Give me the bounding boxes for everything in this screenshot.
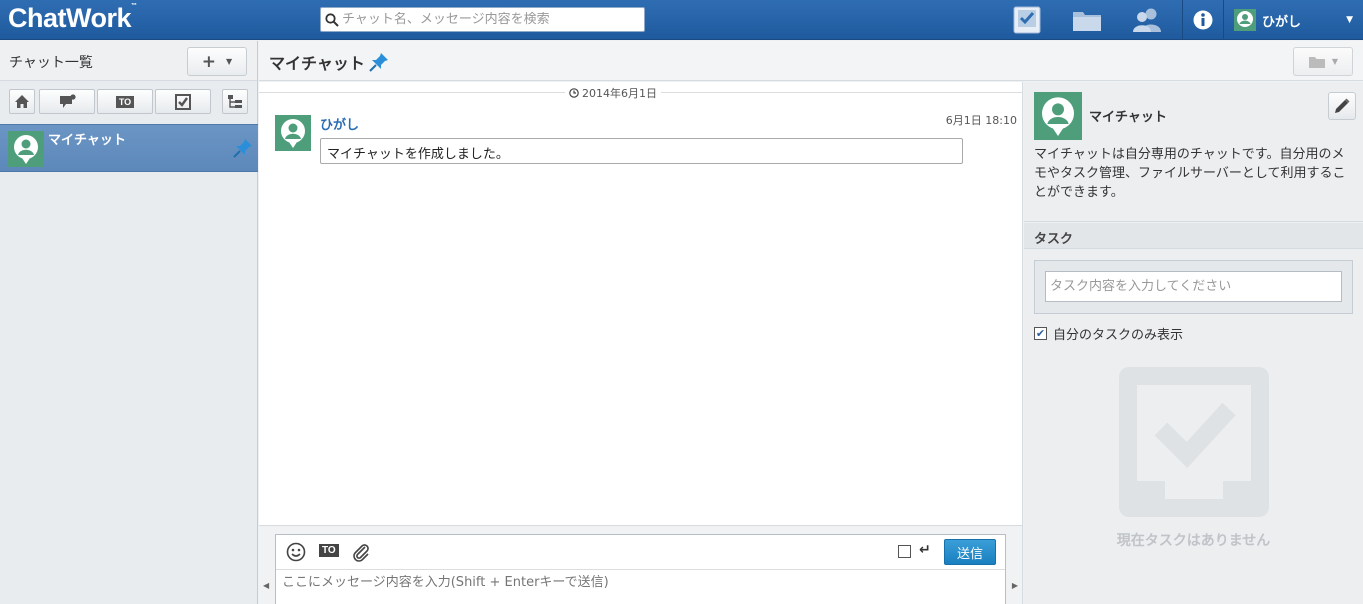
filter-task-button[interactable]: [155, 89, 211, 114]
clock-icon: [569, 88, 579, 98]
pencil-icon: [1335, 98, 1350, 113]
plus-icon: +: [201, 51, 217, 72]
room-info-name: マイチャット: [1089, 110, 1167, 125]
task-input-box: [1034, 260, 1353, 314]
home-icon: [15, 95, 29, 108]
chat-list-sidebar: チャット一覧 + ▼ TO マイチャット: [0, 41, 258, 604]
room-files-button[interactable]: ▼: [1293, 47, 1353, 76]
message-composer: ◀ TO ↵ 送信 ▶: [259, 525, 1023, 604]
composer-toolbar: TO ↵ 送信: [276, 535, 1005, 570]
edit-room-button[interactable]: [1328, 92, 1356, 120]
date-label: 2014年6月1日: [565, 85, 661, 101]
composer-box: TO ↵ 送信: [275, 534, 1006, 604]
chat-filter-bar: TO: [0, 81, 257, 123]
header-task-button[interactable]: [1002, 0, 1052, 40]
pin-icon[interactable]: [369, 52, 389, 72]
header-file-button[interactable]: [1062, 0, 1112, 40]
message-avatar-icon[interactable]: [275, 115, 311, 151]
chat-list-title: チャット一覧: [9, 55, 93, 71]
my-tasks-only-toggle[interactable]: ✔ 自分のタスクのみ表示: [1034, 324, 1183, 343]
search-box[interactable]: [320, 7, 645, 32]
user-avatar-icon: [1234, 9, 1256, 31]
filter-all-button[interactable]: [9, 89, 35, 114]
filter-tree-button[interactable]: [222, 89, 248, 114]
room-info-panel: マイチャット マイチャットは自分専用のチャットです。自分用のメモやタスク管理、フ…: [1024, 82, 1363, 604]
header-user-menu[interactable]: ひがし ▼: [1224, 0, 1363, 40]
task-section-title: タスク: [1024, 223, 1363, 249]
chat-list-header: チャット一覧 + ▼: [0, 41, 257, 81]
message-timestamp: 6月1日 18:10: [945, 114, 1017, 127]
my-tasks-only-label: 自分のタスクのみ表示: [1053, 328, 1184, 343]
room-title: マイチャット: [269, 50, 389, 74]
search-icon: [325, 12, 339, 27]
task-input[interactable]: [1045, 271, 1342, 302]
room-description: マイチャットは自分専用のチャットです。自分用のメモやタスク管理、ファイルサーバー…: [1034, 147, 1346, 200]
filter-unread-button[interactable]: [39, 89, 95, 114]
header-user-name: ひがし: [1262, 14, 1302, 30]
filter-to-button[interactable]: TO: [97, 89, 153, 114]
my-chat-avatar-icon: [8, 131, 44, 167]
task-check-icon: [1013, 6, 1041, 34]
empty-task-message: 現在タスクはありません: [1116, 533, 1271, 549]
attachment-icon[interactable]: [351, 542, 371, 562]
message-body: マイチャットを作成しました。: [320, 138, 963, 164]
collapse-left-icon[interactable]: ◀: [263, 581, 269, 590]
task-icon: [175, 93, 191, 110]
date-text: 2014年6月1日: [582, 87, 657, 100]
tree-icon: [228, 94, 242, 108]
send-button[interactable]: 送信: [944, 539, 996, 565]
chevron-down-icon: ▼: [1331, 57, 1339, 66]
room-avatar-icon: [1034, 92, 1082, 140]
header-info-button[interactable]: [1182, 0, 1224, 40]
header-contacts-button[interactable]: [1122, 0, 1172, 40]
my-tasks-only-checkbox[interactable]: ✔: [1034, 327, 1047, 340]
room-header: マイチャット ▼: [259, 41, 1363, 81]
pin-icon[interactable]: [233, 138, 253, 158]
chevron-down-icon: ▼: [1346, 15, 1353, 25]
search-input[interactable]: [342, 12, 644, 27]
to-icon[interactable]: TO: [319, 544, 339, 557]
info-icon: [1193, 10, 1213, 30]
enter-to-send-checkbox[interactable]: [898, 545, 911, 558]
contacts-icon: [1133, 8, 1161, 32]
message-timeline: 2014年6月1日 ひがし 6月1日 18:10 マイチャットを作成しました。: [259, 82, 1023, 525]
chevron-down-icon: ▼: [226, 57, 233, 66]
to-icon: TO: [115, 95, 135, 108]
room-title-text: マイチャット: [269, 54, 365, 73]
message-user-name[interactable]: ひがし: [320, 114, 359, 133]
chat-list-item-my-chat[interactable]: マイチャット: [0, 124, 258, 172]
unread-icon: [60, 93, 76, 108]
enter-key-icon: ↵: [919, 542, 931, 558]
chat-name: マイチャット: [48, 133, 126, 148]
chatwork-logo[interactable]: ChatWork™: [8, 3, 137, 34]
top-header: ChatWork™ ひがし ▼: [0, 0, 1363, 40]
empty-task-icon: [1119, 367, 1269, 517]
folder-icon: [1308, 56, 1325, 68]
room-info-section: マイチャット マイチャットは自分専用のチャットです。自分用のメモやタスク管理、フ…: [1024, 82, 1363, 222]
folder-icon: [1073, 12, 1101, 31]
collapse-right-icon[interactable]: ▶: [1012, 581, 1018, 590]
message-input[interactable]: [282, 575, 982, 590]
add-chat-button[interactable]: + ▼: [187, 47, 247, 76]
emoji-icon[interactable]: [286, 542, 306, 562]
